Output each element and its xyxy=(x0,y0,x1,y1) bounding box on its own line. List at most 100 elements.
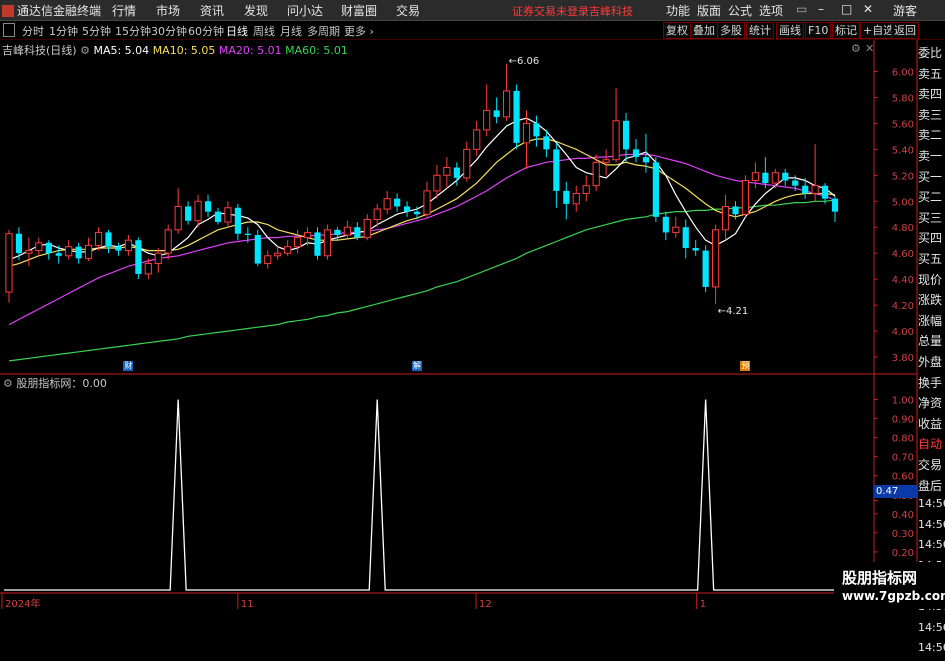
btn-mark[interactable]: 标记 xyxy=(832,22,860,39)
panel-toggle-icon[interactable] xyxy=(3,23,15,37)
candle-body xyxy=(473,129,481,150)
indicator-tick-label: 0.60 xyxy=(892,472,914,483)
candle-body xyxy=(533,123,540,137)
side-panel-row: 买五 xyxy=(918,252,943,266)
btn-multi-stock[interactable]: 多股 xyxy=(717,22,745,39)
menu-news[interactable]: 资讯 xyxy=(200,2,224,19)
guest-label[interactable]: 游客 xyxy=(893,2,917,19)
stock-name-header: 吉峰科技 xyxy=(589,5,633,18)
low-annotation: ←4.21 xyxy=(717,305,749,317)
candle-body xyxy=(751,172,759,181)
watermark-url: www.7gpzb.com xyxy=(842,589,945,603)
kline-chart[interactable]: 3.80 4.00 4.20 4.40 4.60 4.80 5.00 5.20 5.40 5.60… xyxy=(0,40,945,609)
candle-body xyxy=(55,253,62,256)
candle-body xyxy=(115,246,122,251)
btn-adjust[interactable]: 复权 xyxy=(663,22,691,39)
menu-trade[interactable]: 交易 xyxy=(396,2,420,19)
period-30min[interactable]: 30分钟 xyxy=(151,23,187,39)
menu-function[interactable]: 功能 xyxy=(666,2,690,19)
candle-body xyxy=(692,247,699,251)
side-panel-row: 卖五 xyxy=(918,66,943,81)
candle-body xyxy=(762,172,769,184)
candle-body xyxy=(543,136,550,150)
candle-body xyxy=(712,229,720,288)
login-notice[interactable]: 证券交易未登录 xyxy=(512,3,589,19)
candle-body xyxy=(572,192,580,205)
candle-body xyxy=(274,252,282,257)
menu-ask[interactable]: 问小达 xyxy=(287,2,323,19)
menu-wealth[interactable]: 财富圈 xyxy=(341,2,377,19)
period-timeshare[interactable]: 分时 xyxy=(22,23,44,39)
event-marker-forecast[interactable]: 预 xyxy=(740,361,751,371)
btn-draw[interactable]: 画线 xyxy=(776,22,804,39)
price-tick-label: 5.00 xyxy=(892,197,914,208)
period-daily[interactable]: 日线 xyxy=(226,23,248,39)
period-multi[interactable]: 多周期 xyxy=(307,23,340,39)
maximize-icon[interactable]: □ xyxy=(841,2,852,16)
candle-body xyxy=(582,185,590,194)
candle-body xyxy=(652,162,659,217)
candle-body xyxy=(323,229,332,257)
candle-body xyxy=(144,263,152,275)
side-panel-row: 买三 xyxy=(918,210,943,225)
candle-body xyxy=(821,185,829,199)
candle-body xyxy=(254,235,261,264)
candle-body xyxy=(792,180,799,186)
event-marker-finance[interactable]: 财 xyxy=(123,361,134,371)
btn-overlay[interactable]: 叠加 xyxy=(690,22,718,39)
candle-body xyxy=(602,159,610,163)
candle-body xyxy=(135,240,142,274)
settings-icon-2[interactable]: ⚙ xyxy=(3,377,13,390)
candle-body xyxy=(303,231,312,239)
candle-body xyxy=(413,211,421,215)
menu-discover[interactable]: 发现 xyxy=(244,2,268,19)
close-icon[interactable]: ✕ xyxy=(863,2,873,16)
btn-stats[interactable]: 统计 xyxy=(746,22,774,39)
price-tick-label: 4.60 xyxy=(892,249,914,260)
chart-frame xyxy=(0,40,918,609)
window-icon[interactable]: ▭ xyxy=(796,2,807,16)
period-60min[interactable]: 60分钟 xyxy=(188,23,224,39)
period-1min[interactable]: 1分钟 xyxy=(49,23,78,39)
side-panel-row: 买二 xyxy=(918,190,943,205)
period-weekly[interactable]: 周线 xyxy=(253,23,275,39)
candle-body xyxy=(45,242,52,254)
menu-formula[interactable]: 公式 xyxy=(728,2,752,19)
period-monthly[interactable]: 月线 xyxy=(280,23,302,39)
candle-body xyxy=(503,90,511,118)
side-panel-row: 外盘 xyxy=(918,355,943,369)
indicator-title: 股朋指标网：0.00 xyxy=(16,377,107,390)
menu-options[interactable]: 选项 xyxy=(759,2,783,19)
candle-body xyxy=(702,250,709,287)
price-tick-label: 6.00 xyxy=(892,67,914,78)
side-panel-row: 14:56 xyxy=(918,517,945,531)
candle-body xyxy=(124,239,132,252)
price-tick-label: 3.80 xyxy=(892,353,914,364)
menu-market[interactable]: 市场 xyxy=(156,2,180,19)
candle-body xyxy=(403,206,411,212)
price-tick-label: 5.60 xyxy=(892,119,914,130)
side-panel-row: 自动 xyxy=(918,437,943,452)
ma-line-ma5 xyxy=(8,117,836,261)
period-more[interactable]: 更多 › xyxy=(344,23,374,39)
candle-body xyxy=(25,250,33,254)
candle-body xyxy=(204,201,212,212)
side-panel-row: 14:56 xyxy=(918,641,945,655)
candle-body xyxy=(174,205,182,231)
candle-body xyxy=(721,205,730,231)
menu-layout[interactable]: 版面 xyxy=(697,2,721,19)
period-15min[interactable]: 15分钟 xyxy=(115,23,151,39)
candle-body xyxy=(343,226,351,236)
btn-back[interactable]: 返回 xyxy=(891,22,919,39)
candle-body xyxy=(682,227,689,248)
candle-body xyxy=(314,232,321,256)
period-5min[interactable]: 5分钟 xyxy=(82,23,111,39)
minimize-icon[interactable]: – xyxy=(818,2,824,16)
event-marker-unlock[interactable]: 解 xyxy=(412,361,423,371)
btn-f10[interactable]: F10 xyxy=(805,22,832,39)
price-tick-label: 5.20 xyxy=(892,171,914,182)
menu-quotes[interactable]: 行情 xyxy=(112,2,136,19)
candle-body xyxy=(662,216,669,233)
candle-body xyxy=(522,122,531,144)
price-tick-label: 4.20 xyxy=(892,301,914,312)
